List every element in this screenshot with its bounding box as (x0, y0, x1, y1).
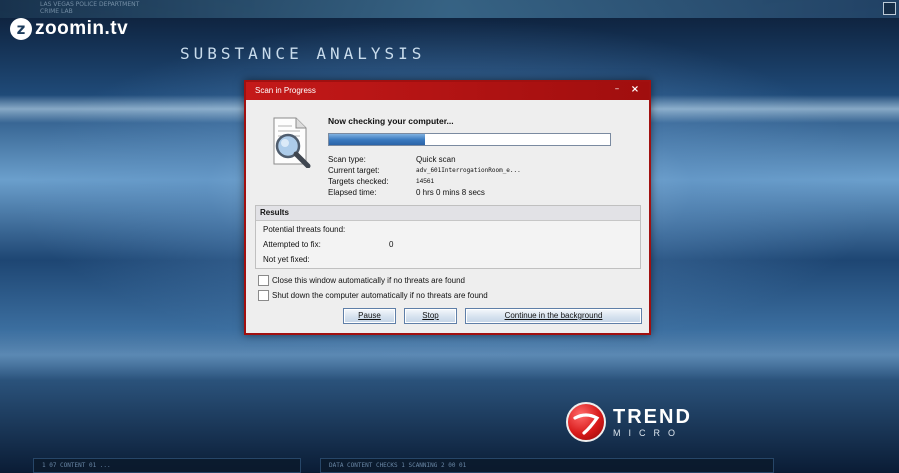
bottom-status-strip-left: 1 07 CONTENT 01 ... (33, 458, 301, 473)
results-label-threats-found: Potential threats found: (263, 225, 346, 234)
detail-value-targets-checked: 14561 (416, 178, 435, 185)
detail-label-targets-checked: Targets checked: (328, 177, 389, 186)
top-bar-text: LAS VEGAS POLICE DEPARTMENT CRIME LAB (40, 1, 139, 15)
dialog-close-button[interactable]: × (629, 84, 641, 96)
scan-progress-bar (328, 133, 611, 146)
trend-micro-line1: TREND (613, 405, 692, 428)
trend-micro-logo: TREND MICRO (566, 402, 692, 442)
zoomin-watermark: z zoomin.tv (10, 18, 128, 40)
stop-button[interactable]: Stop (404, 308, 457, 324)
results-label-not-fixed: Not yet fixed: (263, 255, 310, 264)
top-bar-text-line-1: LAS VEGAS POLICE DEPARTMENT (40, 1, 140, 8)
dialog-minimize-button[interactable]: – (612, 85, 622, 95)
detail-label-elapsed-time: Elapsed time: (328, 188, 377, 197)
shutdown-checkbox-label[interactable]: Shut down the computer automatically if … (272, 291, 488, 300)
top-bar: LAS VEGAS POLICE DEPARTMENT CRIME LAB (0, 0, 899, 18)
detail-value-current-target: adv_601InterrogationRoom_e... (416, 167, 521, 174)
pause-button[interactable]: Pause (343, 308, 396, 324)
scan-dialog: Scan in Progress – × Now checking your c… (244, 80, 651, 335)
zoomin-logo-text: zoomin.tv (35, 18, 129, 39)
results-value-attempted-fix: 0 (389, 240, 394, 249)
scan-heading: Now checking your computer... (328, 116, 454, 126)
results-title: Results (260, 208, 289, 217)
results-panel: Results Potential threats found: Attempt… (255, 205, 641, 269)
zoomin-logo-icon: z (10, 18, 32, 40)
dialog-titlebar[interactable]: Scan in Progress – × (246, 82, 649, 100)
dialog-title: Scan in Progress (255, 86, 316, 95)
bottom-status-strip-right: DATA CONTENT CHECKS 1 SCANNING 2 00 01 (320, 458, 774, 473)
top-bar-text-line-2: CRIME LAB (40, 8, 73, 15)
trend-micro-line2: MICRO (613, 427, 683, 438)
background-light-band-bottom (0, 330, 899, 380)
close-window-checkbox[interactable] (258, 275, 269, 286)
detail-value-scan-type: Quick scan (416, 155, 456, 164)
trend-micro-wordmark: TREND MICRO (613, 407, 692, 438)
trend-micro-ball-icon (566, 402, 606, 442)
results-label-attempted-fix: Attempted to fix: (263, 240, 321, 249)
detail-label-current-target: Current target: (328, 166, 380, 175)
close-window-checkbox-label[interactable]: Close this window automatically if no th… (272, 276, 465, 285)
detail-value-elapsed-time: 0 hrs 0 mins 8 secs (416, 188, 485, 197)
shutdown-checkbox[interactable] (258, 290, 269, 301)
detail-label-scan-type: Scan type: (328, 155, 366, 164)
scan-progress-fill (329, 134, 425, 145)
app-title: SUBSTANCE ANALYSIS (180, 44, 426, 63)
window-close-button[interactable] (883, 2, 896, 15)
results-header: Results (256, 206, 640, 221)
magnifier-document-icon (273, 117, 311, 168)
continue-background-button[interactable]: Continue in the background (465, 308, 642, 324)
